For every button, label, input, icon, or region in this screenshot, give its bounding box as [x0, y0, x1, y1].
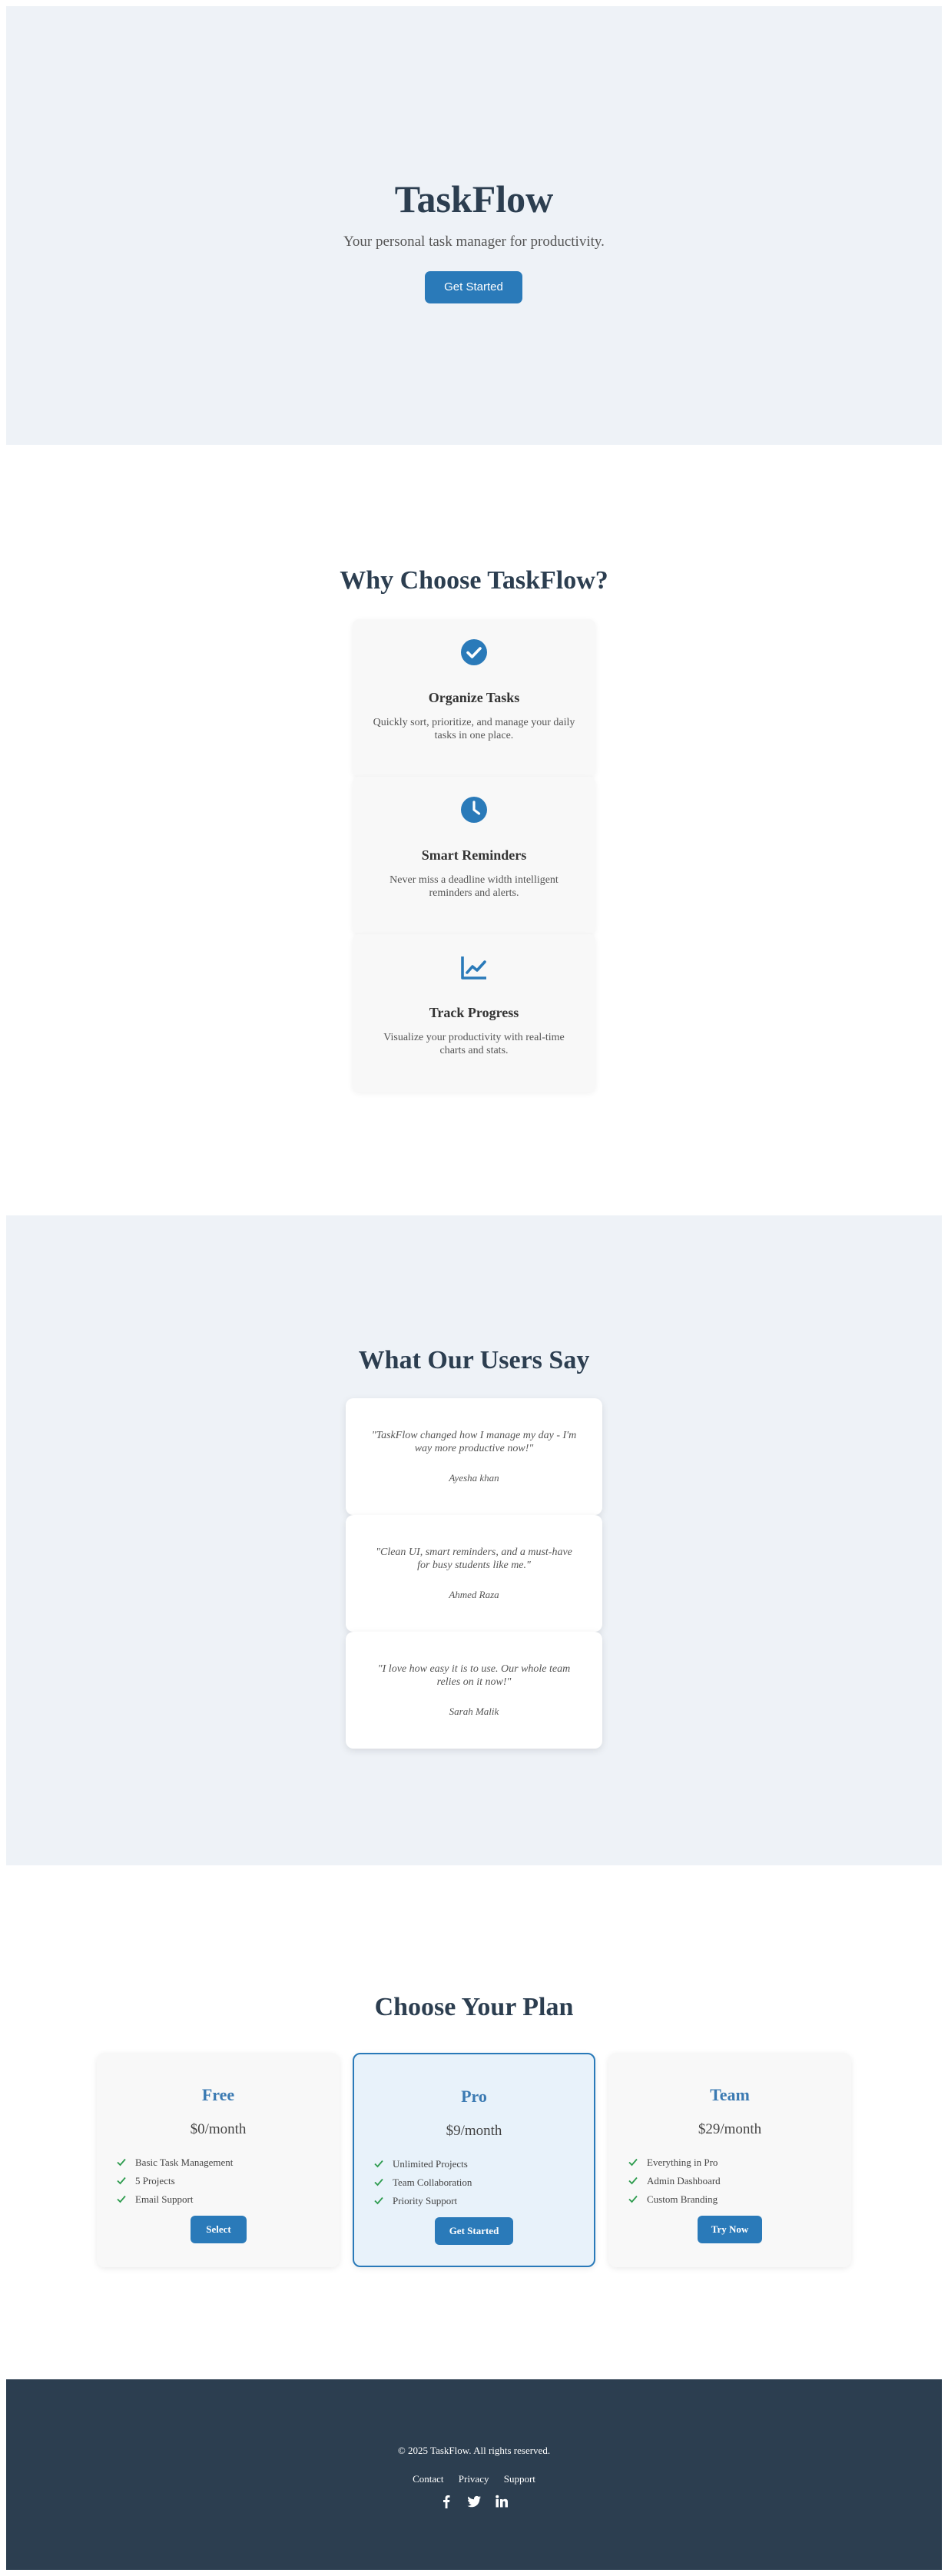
check-circle-icon	[461, 639, 487, 665]
check-icon	[374, 2178, 383, 2186]
plan-feature-label: Unlimited Projects	[393, 2158, 468, 2170]
feature-title: Organize Tasks	[428, 690, 520, 705]
feature-card-progress: Track Progress Visualize your productivi…	[353, 934, 595, 1092]
check-icon	[374, 2196, 383, 2205]
testimonials-title: What Our Users Say	[358, 1346, 590, 1374]
plan-feature-label: Everything in Pro	[647, 2157, 718, 2168]
plan-feature: Admin Dashboard	[628, 2172, 836, 2190]
plan-feature: Unlimited Projects	[374, 2155, 582, 2173]
copyright-text: © 2025 TaskFlow. All rights reserved.	[397, 2445, 551, 2456]
check-icon	[628, 2195, 638, 2203]
testimonial-card: "I love how easy it is to use. Our whole…	[346, 1632, 602, 1749]
check-icon	[117, 2158, 126, 2167]
plan-feature: Basic Task Management	[117, 2153, 324, 2172]
plan-price: $29/month	[698, 2121, 762, 2137]
social-links	[6, 2494, 942, 2509]
plan-features: Basic Task Management 5 Projects Email S…	[117, 2153, 324, 2209]
plan-feature: Team Collaboration	[374, 2173, 582, 2192]
feature-title: Smart Reminders	[421, 847, 527, 863]
try-now-button[interactable]: Try Now	[698, 2216, 762, 2243]
footer-link-support[interactable]: Support	[504, 2473, 535, 2485]
hero-subtitle: Your personal task manager for productiv…	[343, 234, 605, 250]
plan-feature-label: Team Collaboration	[393, 2177, 472, 2188]
feature-desc: Never miss a deadline width intelligent …	[389, 874, 559, 899]
get-started-button[interactable]: Get Started	[425, 271, 522, 303]
testimonials-section: What Our Users Say "TaskFlow changed how…	[6, 1215, 942, 1865]
testimonial-card: "Clean UI, smart reminders, and a must-h…	[346, 1515, 602, 1632]
facebook-icon[interactable]	[439, 2494, 454, 2509]
feature-title: Track Progress	[429, 1005, 519, 1020]
plan-card-pro: Pro $9/month Unlimited Projects Team Col…	[353, 2053, 595, 2267]
plan-feature: Email Support	[117, 2190, 324, 2209]
plan-name: Free	[201, 2085, 235, 2104]
select-plan-button[interactable]: Select	[191, 2216, 247, 2243]
plan-card-free: Free $0/month Basic Task Management 5 Pr…	[97, 2053, 340, 2267]
pricing-title: Choose Your Plan	[374, 1993, 574, 2021]
testimonial-quote: "Clean UI, smart reminders, and a must-h…	[376, 1547, 572, 1571]
plan-feature-label: 5 Projects	[135, 2175, 175, 2186]
testimonial-quote: "TaskFlow changed how I manage my day - …	[371, 1430, 577, 1454]
plan-feature: 5 Projects	[117, 2172, 324, 2190]
twitter-icon[interactable]	[466, 2494, 482, 2509]
feature-desc: Quickly sort, prioritize, and manage you…	[373, 717, 575, 741]
footer-link-privacy[interactable]: Privacy	[459, 2473, 489, 2485]
feature-desc: Visualize your productivity with real-ti…	[383, 1032, 565, 1056]
testimonial-author: Sarah Malik	[449, 1706, 499, 1717]
plan-features: Everything in Pro Admin Dashboard Custom…	[628, 2153, 836, 2209]
features-title: Why Choose TaskFlow?	[340, 566, 608, 595]
plan-feature-label: Admin Dashboard	[647, 2175, 721, 2186]
hero-section: TaskFlow Your personal task manager for …	[6, 6, 942, 445]
get-started-plan-button[interactable]: Get Started	[435, 2217, 513, 2245]
chart-line-icon	[461, 956, 486, 980]
plan-feature-label: Custom Branding	[647, 2193, 718, 2205]
hero-title: TaskFlow	[394, 177, 554, 220]
plan-card-team: Team $29/month Everything in Pro Admin D…	[608, 2053, 851, 2267]
plan-name: Pro	[461, 2087, 487, 2106]
footer-links: Contact Privacy Support	[6, 2473, 942, 2485]
plan-features: Unlimited Projects Team Collaboration Pr…	[374, 2155, 582, 2210]
check-icon	[374, 2160, 383, 2168]
features-section: Why Choose TaskFlow? Organize Tasks Quic…	[6, 445, 942, 1215]
plan-feature: Everything in Pro	[628, 2153, 836, 2172]
check-icon	[117, 2195, 126, 2203]
check-icon	[628, 2177, 638, 2185]
pricing-section: Choose Your Plan Free $0/month Basic Tas…	[6, 1865, 942, 2379]
plan-feature-label: Priority Support	[393, 2195, 458, 2206]
plan-feature: Custom Branding	[628, 2190, 836, 2209]
check-icon	[628, 2158, 638, 2167]
clock-icon	[461, 797, 487, 823]
feature-card-organize: Organize Tasks Quickly sort, prioritize,…	[353, 619, 595, 777]
linkedin-icon[interactable]	[494, 2494, 509, 2509]
plan-name: Team	[710, 2085, 750, 2104]
testimonial-author: Ayesha khan	[449, 1472, 499, 1484]
testimonial-quote: "I love how easy it is to use. Our whole…	[377, 1663, 571, 1688]
testimonial-author: Ahmed Raza	[449, 1589, 499, 1600]
plan-feature-label: Basic Task Management	[135, 2157, 234, 2168]
plan-feature-label: Email Support	[135, 2193, 194, 2205]
plan-price: $9/month	[446, 2123, 502, 2139]
check-icon	[117, 2177, 126, 2185]
footer: © 2025 TaskFlow. All rights reserved. Co…	[6, 2379, 942, 2570]
testimonial-card: "TaskFlow changed how I manage my day - …	[346, 1398, 602, 1515]
plan-price: $0/month	[190, 2121, 247, 2137]
footer-link-contact[interactable]: Contact	[413, 2473, 443, 2485]
plan-feature: Priority Support	[374, 2192, 582, 2210]
feature-card-reminders: Smart Reminders Never miss a deadline wi…	[353, 777, 595, 934]
